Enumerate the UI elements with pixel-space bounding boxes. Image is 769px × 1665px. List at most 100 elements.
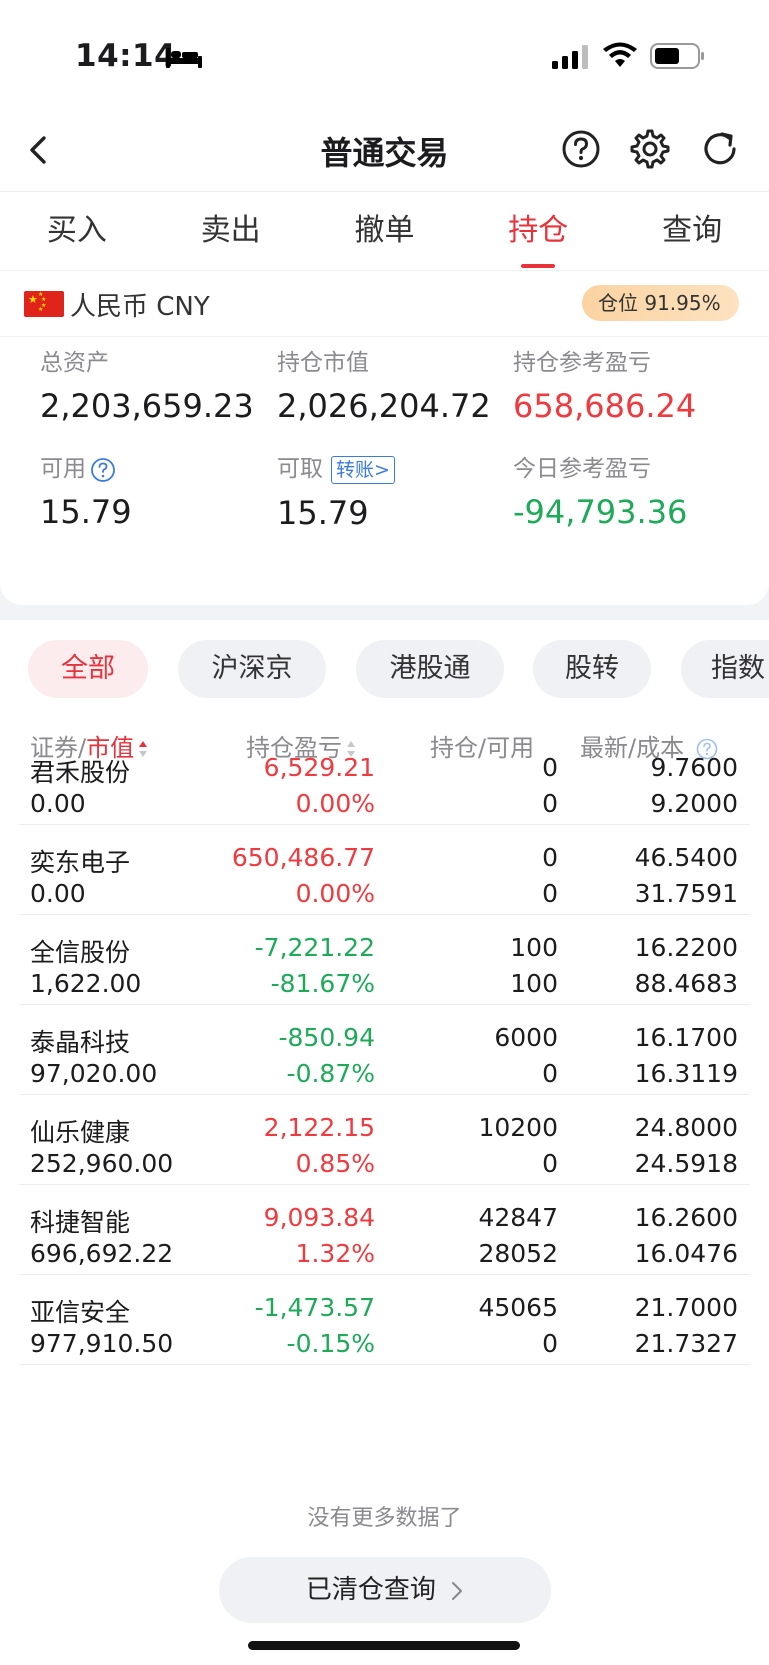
position-qty: 0 <box>542 843 558 872</box>
position-pl: 持仓参考盈亏 658,686.24 <box>513 343 696 425</box>
position-pl-amount: 6,529.21 <box>263 753 375 782</box>
total-assets: 总资产 2,203,659.23 <box>40 343 254 425</box>
latest-price: 16.2200 <box>634 933 738 962</box>
latest-price: 24.8000 <box>634 1113 738 1142</box>
position-qty: 6000 <box>494 1023 558 1052</box>
position-qty: 0 <box>542 753 558 782</box>
tab-cancel-order[interactable]: 撤单 <box>308 192 462 270</box>
position-row[interactable]: 亚信安全 977,910.50 -1,473.57 -0.15% 45065 0 21.70… <box>20 1275 750 1365</box>
position-row[interactable]: 泰晶科技 97,020.00 -850.94 -0.87% 6000 0 16.1700 16… <box>20 1005 750 1095</box>
latest-price: 46.5400 <box>634 843 738 872</box>
filter-hk-connect[interactable]: 港股通 <box>356 640 504 698</box>
today-pl: 今日参考盈亏 -94,793.36 <box>513 449 687 531</box>
no-more-data: 没有更多数据了 <box>307 1506 462 1531</box>
filter-all[interactable]: 全部 <box>28 640 148 698</box>
latest-price: 9.7600 <box>650 753 738 782</box>
status-time: 14:14 <box>75 38 177 74</box>
position-qty: 45065 <box>478 1293 558 1322</box>
position-available: 0 <box>542 1329 558 1358</box>
filter-sh-sz-bj[interactable]: 沪深京 <box>178 640 326 698</box>
today-pl-label: 今日参考盈亏 <box>513 456 651 482</box>
stock-market-value: 97,020.00 <box>30 1059 158 1088</box>
market-value: 持仓市值 2,026,204.72 <box>277 343 491 425</box>
market-value-value: 2,026,204.72 <box>277 387 491 425</box>
position-available: 0 <box>542 1149 558 1178</box>
position-pl-amount: -850.94 <box>278 1023 376 1052</box>
position-pl-amount: -1,473.57 <box>254 1293 375 1322</box>
cost-price: 9.2000 <box>650 789 738 818</box>
position-pl-percent: 1.32% <box>295 1239 375 1268</box>
stock-market-value: 0.00 <box>30 879 86 908</box>
gear-icon[interactable] <box>630 129 670 169</box>
position-qty: 100 <box>510 933 558 962</box>
stock-name: 君禾股份 <box>30 758 131 787</box>
stock-market-value: 696,692.22 <box>30 1239 174 1268</box>
stock-name: 全信股份 <box>30 938 131 967</box>
transfer-button[interactable]: 转账> <box>331 455 395 484</box>
position-available: 0 <box>542 879 558 908</box>
cost-price: 16.3119 <box>634 1059 738 1088</box>
cost-price: 21.7327 <box>634 1329 738 1358</box>
position-available: 28052 <box>478 1239 558 1268</box>
market-value-label: 持仓市值 <box>277 350 369 376</box>
chevron-right-icon <box>452 1581 463 1600</box>
position-pl-percent: -0.15% <box>286 1329 375 1358</box>
position-pl-amount: -7,221.22 <box>254 933 375 962</box>
position-qty: 10200 <box>478 1113 558 1142</box>
cost-price: 16.0476 <box>634 1239 738 1268</box>
china-flag-icon: ★ ★ ★ ★ ★ <box>24 291 64 317</box>
bed-icon <box>166 48 202 68</box>
stock-market-value: 252,960.00 <box>30 1149 174 1178</box>
position-pl-percent: 0.85% <box>295 1149 375 1178</box>
status-bar: 14:14 <box>0 0 769 110</box>
position-qty: 42847 <box>478 1203 558 1232</box>
stock-name: 仙乐健康 <box>30 1118 131 1147</box>
tab-positions[interactable]: 持仓 <box>461 192 615 270</box>
closed-positions-button[interactable]: 已清仓查询 <box>219 1557 551 1623</box>
position-pl-label: 持仓参考盈亏 <box>513 350 651 376</box>
position-row[interactable]: 奕东电子 0.00 650,486.77 0.00% 0 0 46.5400 31.7591 <box>20 825 750 915</box>
tab-query[interactable]: 查询 <box>615 192 769 270</box>
stock-name: 科捷智能 <box>30 1208 131 1237</box>
available-funds: 可用 15.79 <box>40 449 132 531</box>
today-pl-value: -94,793.36 <box>513 493 688 531</box>
position-row[interactable]: 全信股份 1,622.00 -7,221.22 -81.67% 100 100 16.220… <box>20 915 750 1005</box>
position-row[interactable]: 君禾股份 0.00 6,529.21 0.00% 0 0 9.7600 9.2000 <box>20 735 750 825</box>
currency-label: 人民币 CNY <box>70 292 210 322</box>
wifi-icon <box>603 42 637 67</box>
withdrawable-value: 15.79 <box>277 493 369 532</box>
withdrawable-funds: 可取 转账> 15.79 <box>277 449 395 532</box>
cost-price: 24.5918 <box>634 1149 738 1178</box>
account-summary: ★ ★ ★ ★ ★ 人民币 CNY 仓位 91.95% 总资产 2,203,65… <box>0 270 769 605</box>
tab-sell[interactable]: 卖出 <box>154 192 308 270</box>
cellular-signal-icon <box>552 45 588 69</box>
latest-price: 16.1700 <box>634 1023 738 1052</box>
total-assets-label: 总资产 <box>40 350 109 376</box>
position-pl-percent: -81.67% <box>270 969 375 998</box>
tab-buy[interactable]: 买入 <box>0 192 154 270</box>
position-pl-percent: 0.00% <box>295 789 375 818</box>
position-row[interactable]: 仙乐健康 252,960.00 2,122.15 0.85% 10200 0 24.8000… <box>20 1095 750 1185</box>
withdrawable-label: 可取 <box>277 456 323 482</box>
help-icon[interactable] <box>561 129 601 169</box>
stock-market-value: 0.00 <box>30 789 86 818</box>
position-pl-percent: -0.87% <box>286 1059 375 1088</box>
filter-index[interactable]: 指数 <box>681 640 769 698</box>
battery-icon <box>650 43 704 69</box>
home-indicator <box>248 1641 520 1650</box>
position-available: 100 <box>510 969 558 998</box>
currency-row: ★ ★ ★ ★ ★ 人民币 CNY 仓位 91.95% <box>0 271 769 337</box>
refresh-icon[interactable] <box>700 129 740 169</box>
available-label: 可用 <box>40 456 86 482</box>
latest-price: 16.2600 <box>634 1203 738 1232</box>
stock-name: 奕东电子 <box>30 848 131 877</box>
position-row[interactable]: 科捷智能 696,692.22 9,093.84 1.32% 42847 28052 16.… <box>20 1185 750 1275</box>
help-circle-icon[interactable] <box>90 457 116 483</box>
filter-neeq-transfer[interactable]: 股转 <box>533 640 651 698</box>
position-pl-percent: 0.00% <box>295 879 375 908</box>
cost-price: 31.7591 <box>634 879 738 908</box>
positions-panel: 全部 沪深京 港股通 股转 指数 证券/市值 持仓盈亏 持仓/可用 最新/成本 … <box>0 620 769 1665</box>
cost-price: 88.4683 <box>634 969 738 998</box>
closed-positions-label: 已清仓查询 <box>305 1575 436 1605</box>
position-ratio-badge: 仓位 91.95% <box>582 285 739 321</box>
